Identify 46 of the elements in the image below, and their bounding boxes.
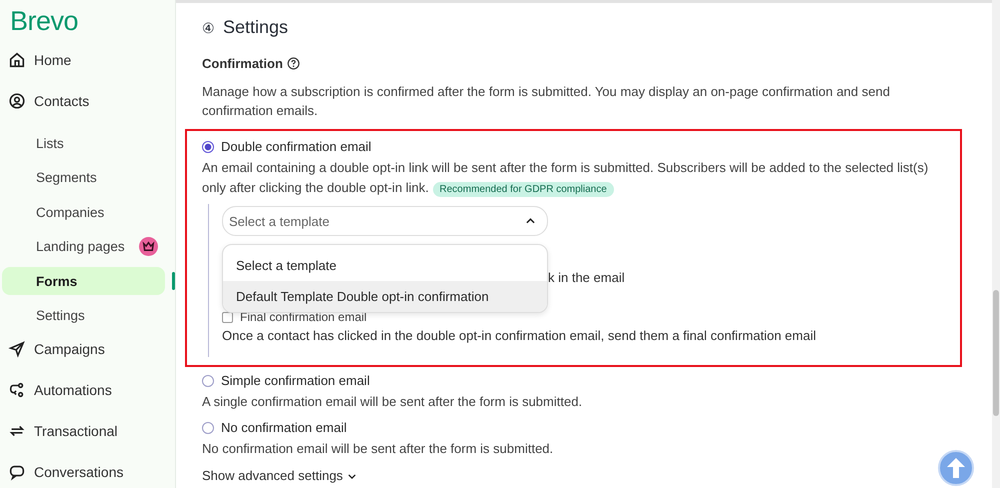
- radio-button[interactable]: [202, 374, 214, 386]
- advanced-settings-link[interactable]: Show advanced settings: [202, 469, 356, 483]
- option-description: An email containing a double opt-in link will be sent after the form is submitted. Subscribers will be added to the selected list(s) only after clicking the double opt-in link. Recommended for GDPR compliance: [202, 159, 930, 199]
- checkbox-description: Once a contact has clicked in the double opt-in confirmation email, send them a final confirmation email: [222, 328, 817, 343]
- nav-item[interactable]: Forms: [2, 267, 165, 295]
- contacts-icon: [8, 92, 26, 110]
- nav-item[interactable]: Campaigns: [8, 336, 175, 362]
- nav-item[interactable]: Conversations: [8, 459, 175, 485]
- option-description: A single confirmation email will be sent after the form is submitted.: [202, 393, 584, 411]
- checkbox-label: Final confirmation email: [240, 310, 367, 324]
- step-number: ④: [202, 20, 215, 36]
- scroll-up-icon[interactable]: [938, 450, 974, 486]
- nav-item[interactable]: Segments: [2, 164, 165, 192]
- nav-item[interactable]: Transactional: [8, 418, 175, 444]
- nav-item[interactable]: Automations: [8, 377, 175, 403]
- option-description: No confirmation email will be sent after the form is submitted.: [202, 440, 554, 458]
- description: Manage how a subscription is confirmed after the form is submitted. You may display an on-page confirmation and send confirmation emails.: [202, 83, 891, 120]
- radio-button[interactable]: [202, 140, 214, 152]
- nav-item[interactable]: Companies: [2, 198, 165, 226]
- brand-logo[interactable]: Brevo: [10, 6, 175, 37]
- active-indicator: [172, 272, 175, 290]
- scrollbar-thumb[interactable]: [993, 290, 999, 416]
- option-label: Double confirmation email: [221, 139, 372, 154]
- chevron-down-icon: [348, 474, 356, 478]
- option-label: No confirmation email: [221, 420, 347, 435]
- nav-item[interactable]: Settings: [2, 302, 165, 330]
- radio-button[interactable]: [202, 422, 214, 434]
- recommendation-badge: Recommended for GDPR compliance: [432, 182, 614, 197]
- caret-icon: [526, 218, 535, 224]
- checkbox[interactable]: [222, 312, 233, 322]
- menu-item[interactable]: Select a template: [223, 250, 547, 281]
- flow-icon: [8, 381, 26, 399]
- nav-item[interactable]: Lists: [2, 129, 165, 157]
- chat-icon: [8, 463, 26, 481]
- help-icon[interactable]: [286, 57, 300, 70]
- template-select[interactable]: Select a template: [222, 206, 548, 236]
- nav-item[interactable]: Landing pages: [2, 232, 165, 260]
- nav-item[interactable]: Home: [8, 47, 175, 73]
- option-text: k in the email: [548, 270, 625, 285]
- option-label: Simple confirmation email: [221, 373, 370, 388]
- nav-item[interactable]: Contacts: [8, 88, 175, 114]
- subsection-title: Confirmation: [202, 56, 283, 71]
- home-icon: [8, 51, 26, 69]
- section-title: Settings: [223, 17, 288, 38]
- menu-item[interactable]: Default Template Double opt-in confirmation: [223, 281, 547, 312]
- send-icon: [8, 340, 26, 358]
